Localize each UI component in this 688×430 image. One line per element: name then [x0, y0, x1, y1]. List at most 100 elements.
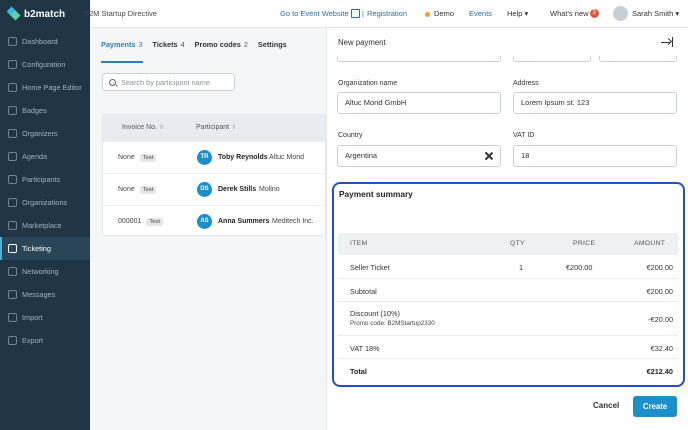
sidebar-item-marketplace[interactable]: Marketplace: [0, 214, 90, 237]
invoice-cell: None Test: [118, 186, 157, 194]
sidebar-item-label: Configuration: [22, 60, 66, 69]
events-link[interactable]: Events: [469, 9, 492, 18]
sidebar-item-label: Import: [22, 313, 43, 322]
agenda-icon: [8, 152, 17, 161]
partial-field[interactable]: [337, 56, 501, 62]
sidebar-item-export[interactable]: Export: [0, 329, 90, 352]
dashboard-icon: [8, 37, 17, 46]
participant-avatar: TR: [197, 150, 212, 165]
summary-row-total: Total €212.40: [338, 359, 678, 383]
invoice-number: None: [118, 186, 135, 193]
tab-count: 3: [138, 40, 143, 49]
table-row[interactable]: 000001 Test AS Anna Summers Meditech Inc.: [103, 205, 327, 237]
create-button[interactable]: Create: [633, 396, 677, 417]
column-invoice-label: Invoice No.: [122, 124, 158, 131]
organizers-icon: [8, 129, 17, 138]
user-menu[interactable]: Sarah Smith ▾: [632, 9, 679, 18]
sidebar-item-label: Dashboard: [22, 37, 58, 46]
configuration-icon: [8, 60, 17, 69]
org-name-label: Organization name: [338, 80, 398, 87]
sidebar-item-organizations[interactable]: Organizations: [0, 191, 90, 214]
new-payment-panel: New payment Organization name Altuc Mond…: [326, 28, 688, 430]
org-name-field[interactable]: Altuc Mond GmbH: [337, 92, 501, 114]
sidebar-item-label: Networking: [22, 267, 59, 276]
country-select[interactable]: Argentina: [337, 145, 501, 167]
participant-name[interactable]: Toby Reynolds: [218, 154, 268, 161]
whats-new-label: What's new: [550, 8, 589, 18]
summary-row-subtotal: Subtotal €200.00: [338, 279, 678, 302]
summary-row-vat: VAT 18% €32.40: [338, 336, 678, 359]
sidebar-item-badges[interactable]: Badges: [0, 99, 90, 122]
help-label: Help: [507, 9, 523, 18]
table-header: Invoice No. ⇕ Participant ⇕: [103, 115, 327, 141]
sidebar-item-label: Organizers: [22, 129, 58, 138]
tab-label: Settings: [257, 40, 287, 49]
sidebar-item-configuration[interactable]: Configuration: [0, 53, 90, 76]
b2match-logo-icon: [6, 6, 21, 21]
sidebar-nav: Dashboard Configuration Home Page Editor Ba…: [0, 28, 90, 352]
vat-id-field[interactable]: 18: [513, 145, 677, 167]
table-row[interactable]: None Test DS Derek Stills Mollno: [103, 173, 327, 205]
table-row[interactable]: None Test TR Toby Reynolds Altuc Mond: [103, 141, 327, 173]
sidebar-item-ticketing[interactable]: Ticketing: [0, 237, 90, 260]
partial-field[interactable]: [599, 56, 677, 62]
payments-list-area: Payments3 Tickets4 Promo codes2 Settings In…: [90, 28, 327, 430]
tab-label: Promo codes: [194, 40, 241, 49]
sidebar-item-participants[interactable]: Participants: [0, 168, 90, 191]
participant-avatar: DS: [197, 182, 212, 197]
tabs: Payments 3 Tickets 4 Promo codes 2 Settings: [101, 40, 297, 49]
clear-icon[interactable]: [484, 151, 494, 161]
sidebar-item-label: Participants: [22, 175, 61, 184]
external-link-icon[interactable]: [351, 9, 360, 18]
panel-title: New payment: [338, 38, 386, 47]
partial-field[interactable]: [513, 56, 591, 62]
sidebar-item-messages[interactable]: Messages: [0, 283, 90, 306]
ticket-item: Seller Ticket: [350, 263, 390, 272]
participant-avatar: AS: [197, 214, 212, 229]
address-label: Address: [513, 80, 539, 87]
sidebar-item-dashboard[interactable]: Dashboard: [0, 30, 90, 53]
search-box[interactable]: [102, 73, 235, 91]
sidebar-item-organizers[interactable]: Organizers: [0, 122, 90, 145]
address-field[interactable]: Lorem Ipsum st. 123: [513, 92, 677, 114]
user-name: Sarah Smith: [632, 9, 674, 18]
discount-label: Discount (10%): [350, 309, 400, 318]
help-menu[interactable]: Help ▾: [507, 9, 528, 18]
collapse-panel-icon[interactable]: [661, 37, 673, 47]
participant-organization: Mollno: [259, 186, 280, 193]
event-name: B2M Startup Directive: [84, 9, 157, 18]
user-avatar[interactable]: [613, 6, 628, 21]
sidebar-item-agenda[interactable]: Agenda: [0, 145, 90, 168]
tab-tickets[interactable]: Tickets 4: [153, 40, 185, 49]
networking-icon: [8, 267, 17, 276]
sidebar-item-label: Marketplace: [22, 221, 62, 230]
sidebar-item-home-page-editor[interactable]: Home Page Editor: [0, 76, 90, 99]
cancel-button[interactable]: Cancel: [593, 401, 619, 410]
test-tag: Test: [139, 186, 157, 194]
vat-amount: €32.40: [650, 344, 673, 353]
participant-name[interactable]: Anna Summers: [218, 218, 269, 225]
tab-payments[interactable]: Payments 3: [101, 40, 143, 49]
brand-logo[interactable]: b2match: [0, 0, 90, 28]
search-input[interactable]: [121, 77, 231, 87]
sort-icon: ⇕: [231, 125, 237, 131]
event-website-link[interactable]: Go to Event Website: [280, 9, 349, 18]
demo-badge[interactable]: Demo: [425, 9, 454, 18]
column-invoice[interactable]: Invoice No. ⇕: [122, 124, 164, 131]
country-value: Argentina: [345, 151, 378, 160]
header-item: ITEM: [350, 240, 368, 247]
registration-link[interactable]: Registration: [367, 9, 407, 18]
tab-settings[interactable]: Settings: [258, 40, 287, 49]
column-participant[interactable]: Participant ⇕: [196, 124, 236, 131]
active-tab-indicator: [101, 61, 143, 63]
chevron-down-icon: ▾: [524, 9, 529, 18]
summary-header: ITEM QTY PRICE AMOUNT: [338, 233, 678, 255]
badges-icon: [8, 106, 17, 115]
tab-promo-codes[interactable]: Promo codes 2: [195, 40, 248, 49]
sidebar-item-networking[interactable]: Networking: [0, 260, 90, 283]
chevron-down-icon: ▾: [675, 9, 680, 18]
sidebar-item-import[interactable]: Import: [0, 306, 90, 329]
whats-new-link[interactable]: What's new 3: [550, 9, 599, 19]
sidebar-item-label: Home Page Editor: [22, 83, 82, 92]
participant-name[interactable]: Derek Stills: [218, 186, 256, 193]
